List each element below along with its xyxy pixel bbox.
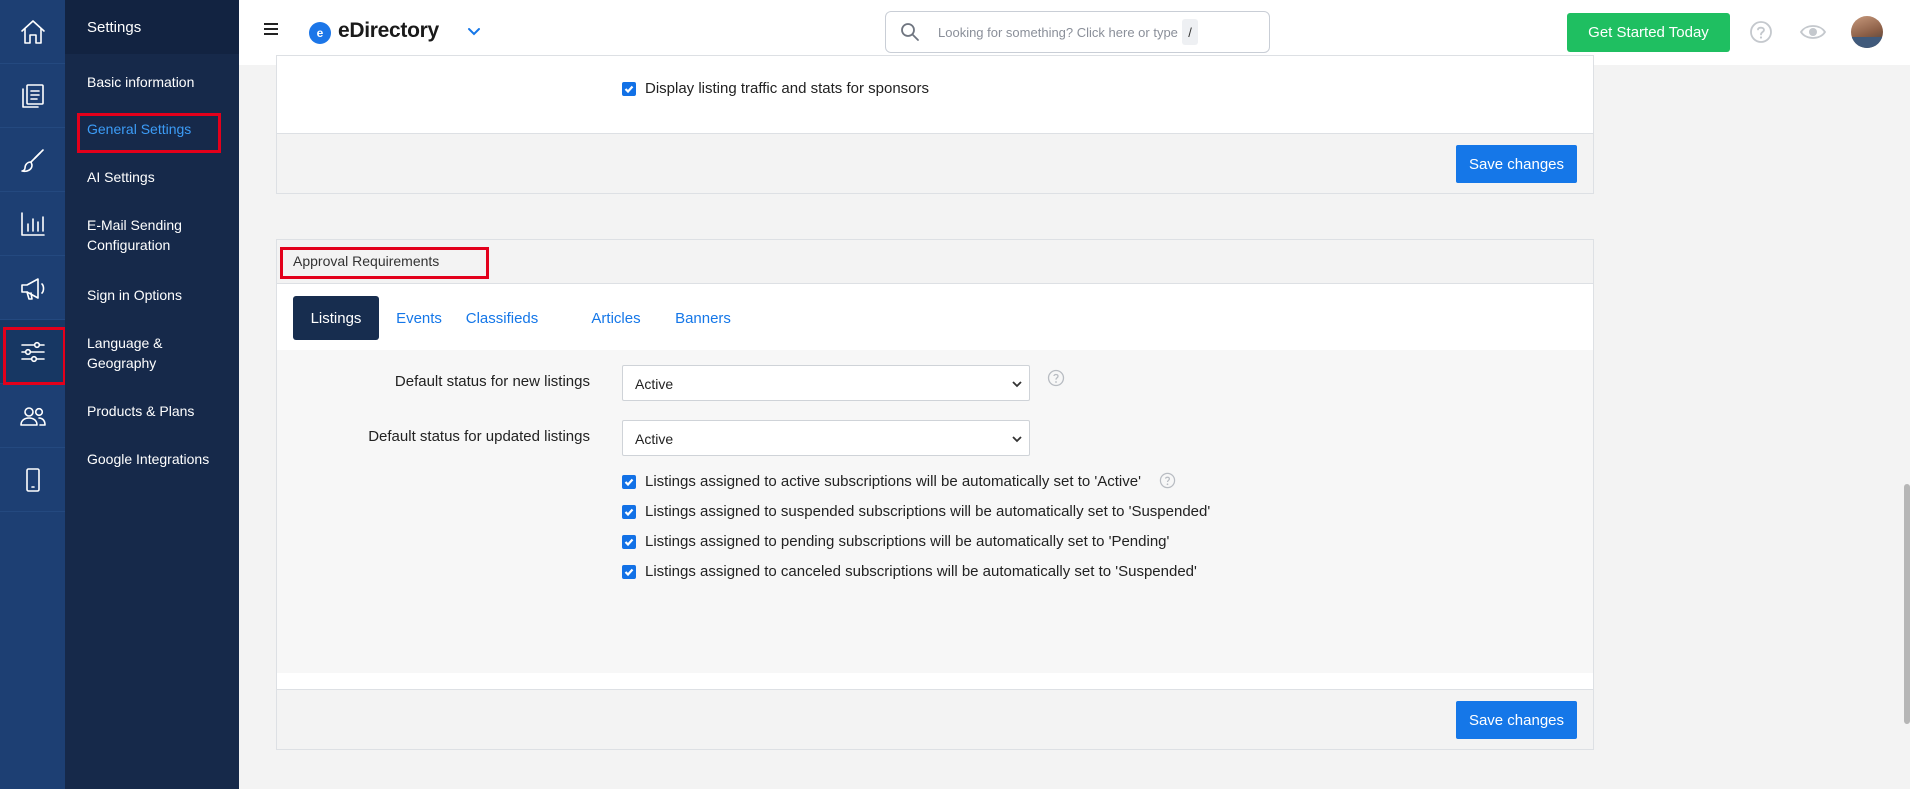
active-subscriptions-label: Listings assigned to active subscription… [645,473,1141,490]
updated-listings-status-label: Default status for updated listings [368,428,590,445]
brand-logo-icon: e [309,22,331,44]
sponsor-stats-label: Display listing traffic and stats for sp… [645,80,930,97]
tab-banners[interactable]: Banners [672,296,734,340]
home-icon [20,19,45,44]
select-chevron-icon [1012,381,1022,388]
megaphone-icon [20,277,44,300]
pending-subscriptions-label: Listings assigned to pending subscriptio… [645,533,1170,550]
user-avatar[interactable] [1851,16,1883,48]
approval-panel-footer: Save changes [277,689,1593,749]
menu-item-email-sending[interactable]: E-Mail Sending Configuration [87,215,197,255]
suspended-subscriptions-label: Listings assigned to suspended subscript… [645,503,1211,520]
checkmark-icon [624,85,634,94]
menu-item-products-plans[interactable]: Products & Plans [87,401,237,421]
rail-reports[interactable] [0,192,65,256]
get-started-button[interactable]: Get Started Today [1567,13,1730,52]
save-changes-button[interactable]: Save changes [1456,701,1577,739]
tab-classifieds[interactable]: Classifieds [463,296,541,340]
hamburger-menu-icon[interactable] [264,23,278,37]
chart-icon [20,211,45,236]
menu-item-basic-information[interactable]: Basic information [87,72,237,92]
new-listings-status-select[interactable]: Active [622,365,1030,401]
updated-listings-status-select[interactable]: Active [622,420,1030,456]
suspended-subscriptions-checkbox[interactable] [622,505,636,519]
users-icon [19,406,46,426]
updated-listings-status-value: Active [635,431,674,447]
select-chevron-icon [1012,436,1022,443]
icon-rail [0,0,65,789]
rail-users[interactable] [0,384,65,448]
brush-icon [20,148,44,172]
new-listings-status-label: Default status for new listings [394,373,590,390]
help-icon[interactable] [1047,369,1065,387]
rail-design[interactable] [0,128,65,192]
rail-promote[interactable] [0,256,65,320]
sponsor-settings-panel: Display listing traffic and stats for sp… [276,55,1594,194]
menu-item-language-geography[interactable]: Language & Geography [87,333,192,373]
canceled-subscriptions-checkbox[interactable] [622,565,636,579]
listings-tab-content: Default status for new listings Active D… [277,350,1593,673]
search-input[interactable] [938,23,1188,41]
menu-item-google-integrations[interactable]: Google Integrations [87,449,237,469]
tab-listings[interactable]: Listings [293,296,379,340]
approval-tabs-bar: Listings Events Classifieds Articles Ban… [277,284,1593,350]
preview-eye-icon[interactable] [1799,20,1827,44]
tab-articles[interactable]: Articles [587,296,645,340]
checkmark-icon [624,568,634,577]
checkmark-icon [624,508,634,517]
new-listings-status-value: Active [635,376,674,392]
menu-item-sign-in-options[interactable]: Sign in Options [87,285,237,305]
tab-events[interactable]: Events [394,296,444,340]
mobile-icon [25,467,40,492]
active-subscriptions-checkbox[interactable] [622,475,636,489]
approval-title-highlight [280,247,489,279]
chevron-down-icon[interactable] [465,22,483,40]
help-icon[interactable] [1749,20,1773,44]
canceled-subscriptions-label: Listings assigned to canceled subscripti… [645,563,1197,580]
pages-icon [21,83,44,108]
checkmark-icon [624,538,634,547]
page-scrollbar[interactable] [1904,484,1910,724]
checkmark-icon [624,478,634,487]
brand-name[interactable]: eDirectory [338,19,439,43]
search-icon [901,23,919,41]
search-shortcut-key: / [1182,19,1198,45]
pending-subscriptions-checkbox[interactable] [622,535,636,549]
rail-pages[interactable] [0,64,65,128]
search-box[interactable]: / [885,11,1270,53]
sponsor-stats-checkbox[interactable] [622,82,636,96]
approval-requirements-panel: Approval Requirements Listings Events Cl… [276,239,1594,750]
sponsor-panel-footer: Save changes [277,133,1593,193]
help-icon[interactable] [1159,472,1176,489]
save-changes-button[interactable]: Save changes [1456,145,1577,183]
rail-home[interactable] [0,0,65,64]
rail-mobile[interactable] [0,448,65,512]
settings-menu-title: Settings [65,0,239,54]
general-settings-highlight [77,113,221,153]
rail-settings-highlight [3,327,66,385]
menu-item-ai-settings[interactable]: AI Settings [87,167,237,187]
